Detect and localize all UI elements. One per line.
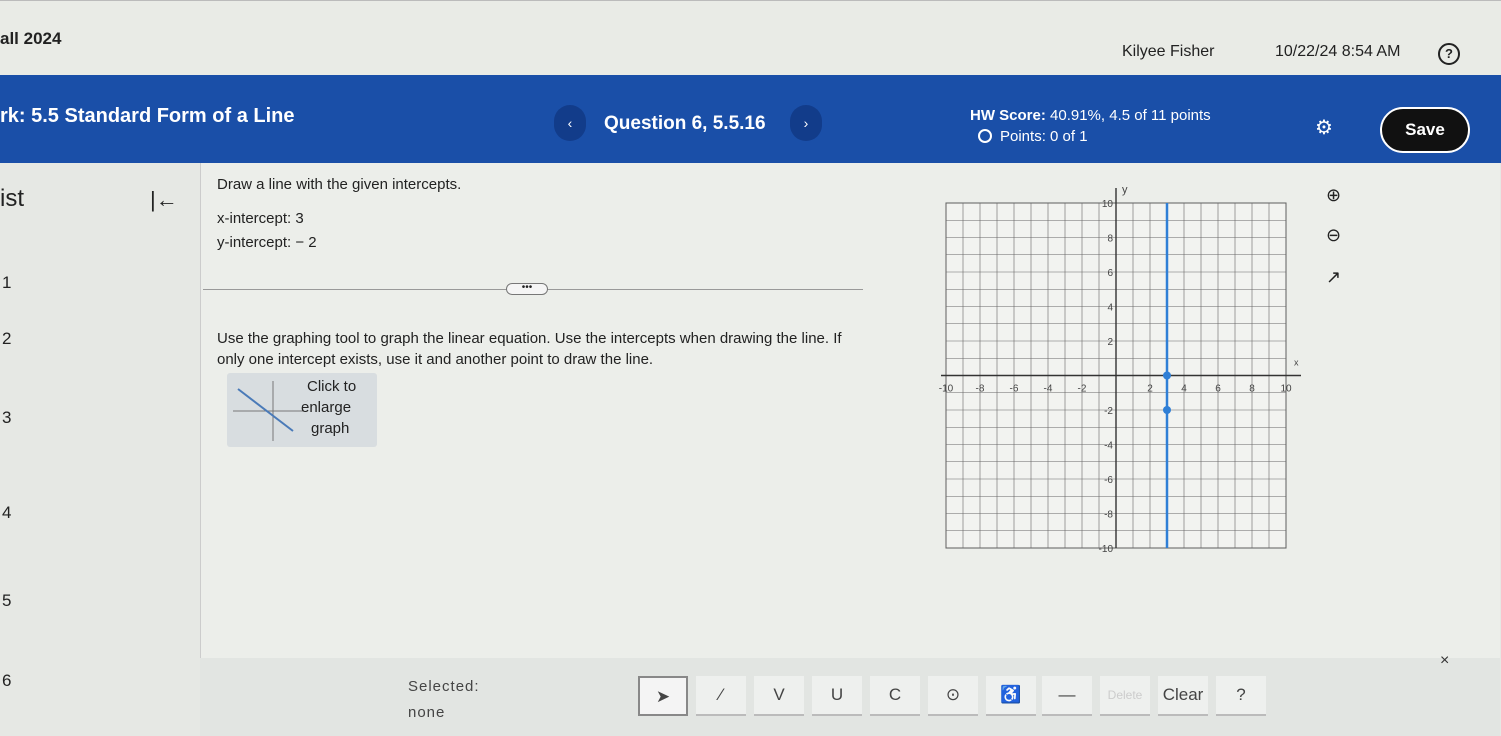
graph-thumbnail-icon — [233, 381, 303, 441]
zoom-in-icon[interactable]: ⊕ — [1326, 185, 1341, 206]
y-tick-label: 6 — [1107, 268, 1113, 279]
coordinate-graph[interactable]: x y -10 -8 -6 -4 -2 2 4 6 8 10 10 8 6 4 2 -2 -4 -6 -8 -10 — [931, 178, 1311, 573]
question-points: Points: 0 of 1 — [978, 128, 1088, 145]
x-tick-label: 10 — [1280, 384, 1292, 395]
user-name: Kilyee Fisher — [1122, 43, 1215, 60]
datetime: 10/22/24 8:54 AM — [1275, 43, 1401, 60]
absolute-value-tool[interactable]: V — [754, 676, 804, 716]
y-tick-label: 8 — [1107, 234, 1113, 245]
x-tick-label: -4 — [1044, 384, 1053, 395]
x-tick-label: -10 — [939, 384, 954, 395]
next-question-button[interactable]: › — [790, 105, 822, 141]
selected-label: Selected: — [408, 678, 480, 695]
y-tick-label: -2 — [1104, 406, 1113, 417]
sidebar-title: ist — [0, 185, 24, 212]
line-tool[interactable]: ⁄ — [696, 676, 746, 716]
line-style-tool[interactable]: — — [1042, 676, 1092, 716]
gear-icon[interactable]: ⚙ — [1315, 115, 1333, 140]
status-circle-icon — [978, 129, 992, 143]
intercept-point — [1163, 371, 1171, 380]
help-button[interactable]: ? — [1216, 676, 1266, 716]
x-tick-label: 6 — [1215, 384, 1221, 395]
sidebar-item-1[interactable]: 1 — [2, 273, 11, 293]
hw-score: HW Score: 40.91%, 4.5 of 11 points — [970, 107, 1211, 124]
enlarge-graph-button[interactable]: Click to enlarge graph — [227, 373, 377, 447]
pointer-tool[interactable]: ➤ — [638, 676, 688, 716]
y-tick-label: 4 — [1107, 303, 1113, 314]
y-tick-label: -8 — [1104, 510, 1113, 521]
curve-tool[interactable]: C — [870, 676, 920, 716]
x-tick-label: 4 — [1181, 384, 1187, 395]
assignment-bar: rk: 5.5 Standard Form of a Line ‹ Questi… — [0, 75, 1501, 163]
sidebar-item-4[interactable]: 4 — [2, 503, 11, 523]
x-tick-label: -6 — [1010, 384, 1019, 395]
sidebar-item-5[interactable]: 5 — [2, 591, 11, 611]
y-tick-label: -6 — [1104, 475, 1113, 486]
y-tick-label: -4 — [1104, 441, 1113, 452]
sidebar-item-6[interactable]: 6 — [2, 671, 11, 691]
close-icon[interactable]: × — [1440, 652, 1449, 670]
circle-tool[interactable]: ⊙ — [928, 676, 978, 716]
help-icon[interactable]: ? — [1438, 43, 1460, 65]
course-name: all 2024 — [0, 29, 62, 48]
fill-tool[interactable]: ♿ — [986, 676, 1036, 716]
top-header: all 2024 Kilyee Fisher 10/22/24 8:54 AM … — [0, 0, 1501, 75]
prev-question-button[interactable]: ‹ — [554, 105, 586, 141]
intercept-point — [1163, 406, 1171, 414]
question-panel: Draw a line with the given intercepts. x… — [200, 163, 1500, 658]
homework-title: rk: 5.5 Standard Form of a Line — [0, 105, 295, 127]
y-intercept: y-intercept: − 2 — [217, 234, 317, 251]
sidebar-item-3[interactable]: 3 — [2, 408, 11, 428]
x-tick-label: 2 — [1147, 384, 1153, 395]
y-tick-label: 2 — [1107, 337, 1113, 348]
x-tick-label: 8 — [1249, 384, 1255, 395]
selected-value: none — [408, 704, 446, 721]
x-tick-label: -8 — [976, 384, 985, 395]
x-intercept: x-intercept: 3 — [217, 210, 304, 227]
y-tick-label: -10 — [1099, 544, 1114, 555]
delete-button[interactable]: Delete — [1100, 676, 1150, 716]
question-list-sidebar: ist |← 1 2 3 4 5 6 — [0, 163, 200, 736]
parabola-tool[interactable]: U — [812, 676, 862, 716]
y-tick-label: 10 — [1102, 199, 1114, 210]
graph-toolbar: × Selected: none ➤ ⁄ V U C ⊙ ♿ — Delete … — [200, 652, 1500, 736]
y-axis-label: y — [1122, 184, 1128, 196]
clear-button[interactable]: Clear — [1158, 676, 1208, 716]
x-axis-label: x — [1294, 358, 1299, 368]
x-tick-label: -2 — [1078, 384, 1087, 395]
zoom-out-icon[interactable]: ⊖ — [1326, 225, 1341, 246]
instructions: Use the graphing tool to graph the linea… — [217, 330, 842, 368]
sidebar-item-2[interactable]: 2 — [2, 329, 11, 349]
question-label[interactable]: Question 6, 5.5.16 — [604, 113, 766, 135]
save-button[interactable]: Save — [1380, 107, 1470, 153]
collapse-sidebar-icon[interactable]: |← — [150, 187, 178, 213]
popout-icon[interactable]: ↗ — [1326, 267, 1341, 288]
question-prompt: Draw a line with the given intercepts. — [217, 176, 462, 193]
expand-more-button[interactable]: ••• — [506, 283, 548, 295]
